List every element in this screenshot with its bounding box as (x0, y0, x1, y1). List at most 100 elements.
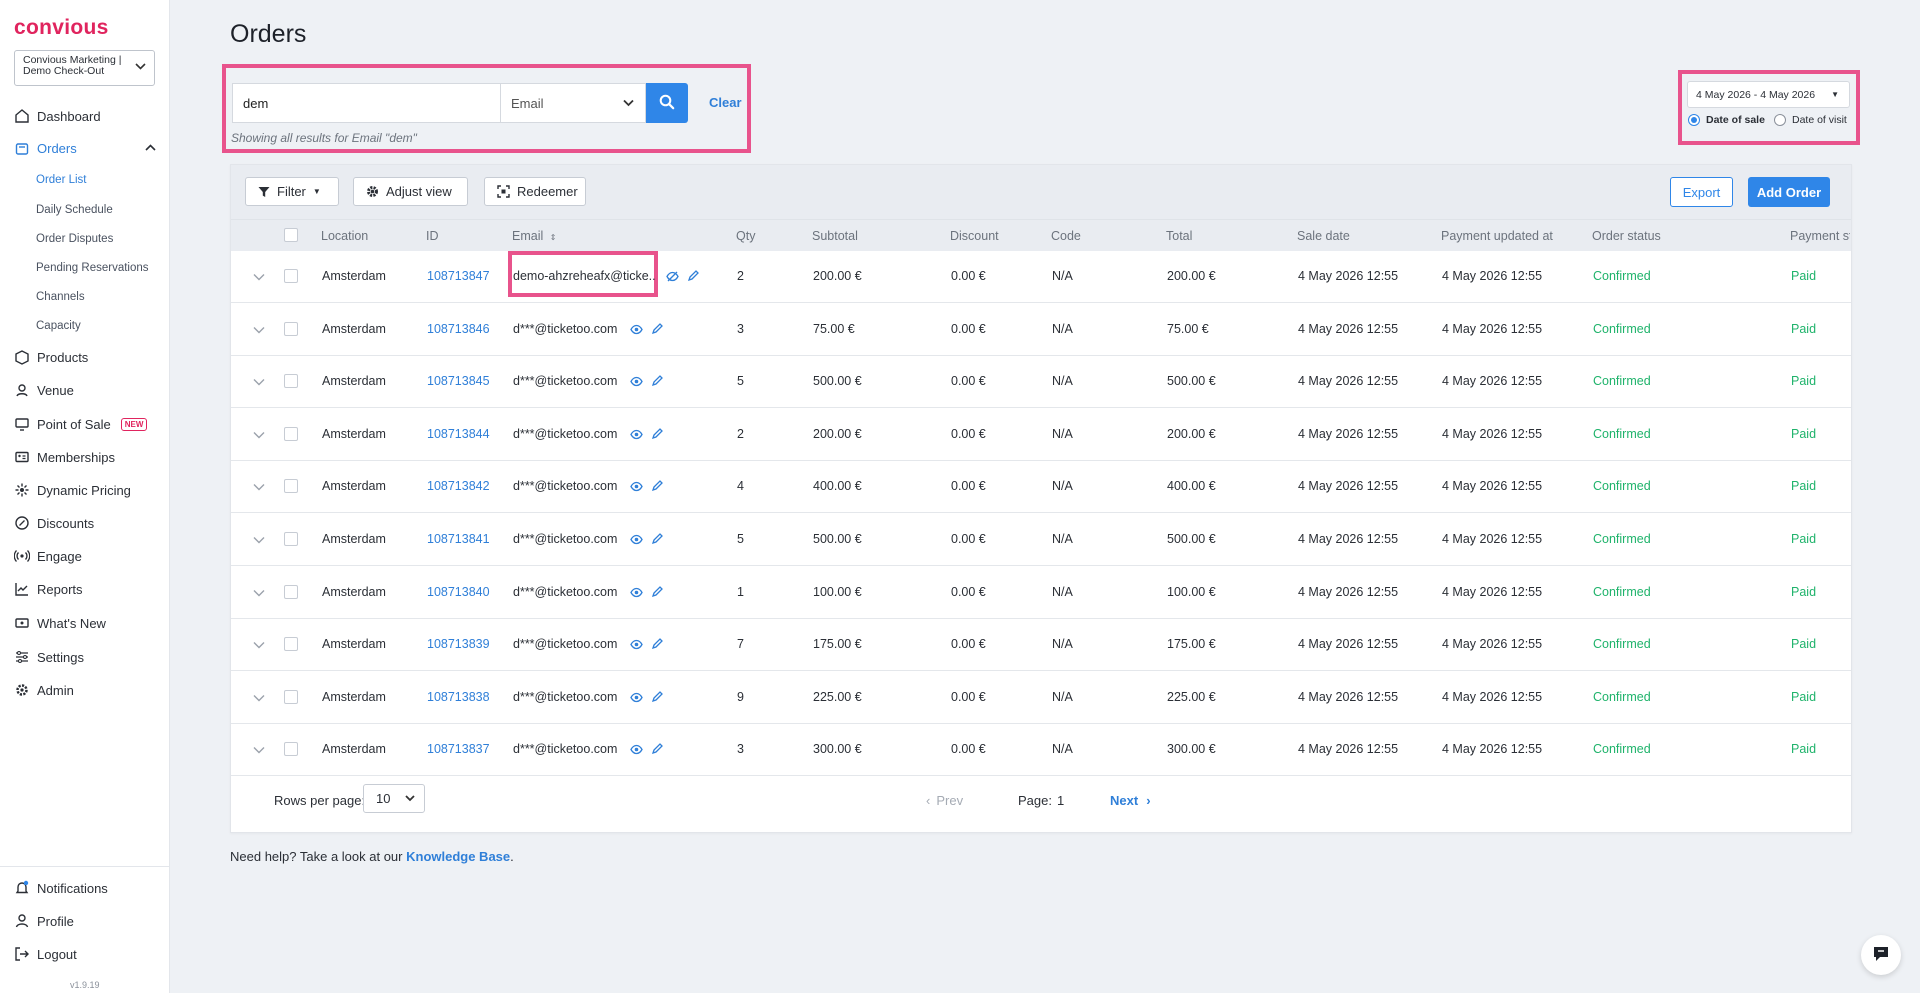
table-row[interactable]: Amsterdam 108713841 d***@ticketoo.com 5 … (231, 514, 1851, 566)
eye-icon[interactable] (630, 691, 643, 707)
row-checkbox[interactable] (284, 584, 298, 599)
order-id-link[interactable]: 108713844 (427, 427, 490, 441)
row-checkbox[interactable] (284, 532, 298, 546)
row-checkbox[interactable] (284, 742, 298, 757)
pencil-icon[interactable] (651, 690, 663, 707)
sidebar-item-point-of-sale[interactable]: Point of Sale NEW (0, 413, 170, 435)
expand-chevron-icon[interactable] (253, 479, 265, 494)
table-row[interactable]: Amsterdam 108713838 d***@ticketoo.com 9 … (231, 672, 1851, 724)
search-input[interactable]: dem (232, 83, 501, 123)
header-subtotal[interactable]: Subtotal (812, 229, 858, 243)
pencil-icon[interactable] (651, 638, 663, 654)
search-button[interactable] (646, 83, 688, 123)
chevron-up-icon[interactable] (145, 142, 156, 154)
radio-date-of-sale[interactable]: Date of sale (1688, 114, 1765, 126)
header-id[interactable]: ID (426, 229, 439, 243)
eye-icon[interactable] (630, 743, 643, 759)
header-payment-status[interactable]: Payment st (1790, 229, 1850, 243)
eye-icon[interactable] (630, 323, 643, 339)
header-total[interactable]: Total (1166, 229, 1192, 243)
expand-chevron-icon[interactable] (253, 637, 265, 652)
sidebar-item-admin[interactable]: Admin (0, 679, 170, 701)
adjust-view-button[interactable]: Adjust view (353, 177, 468, 206)
sidebar-item-profile[interactable]: Profile (0, 910, 170, 932)
expand-chevron-icon[interactable] (253, 742, 265, 757)
sidebar-item-logout[interactable]: Logout (0, 943, 170, 965)
table-row[interactable]: Amsterdam 108713842 d***@ticketoo.com 4 … (231, 461, 1851, 514)
expand-chevron-icon[interactable] (253, 374, 265, 389)
sidebar-item-memberships[interactable]: Memberships (0, 446, 170, 468)
order-id-link[interactable]: 108713837 (427, 742, 490, 756)
pencil-icon[interactable] (651, 375, 663, 391)
sidebar-item-products[interactable]: Products (0, 346, 170, 368)
table-row[interactable]: Amsterdam 108713845 d***@ticketoo.com 5 … (231, 356, 1851, 409)
sidebar-item-engage[interactable]: Engage (0, 545, 170, 567)
pencil-icon[interactable] (651, 480, 663, 496)
header-sale-date[interactable]: Sale date (1297, 229, 1350, 243)
table-row[interactable]: Amsterdam 108713847 demo-ahzreheafx@tick… (231, 251, 1851, 303)
knowledge-base-link[interactable]: Knowledge Base (406, 849, 510, 864)
account-selector[interactable]: Convious Marketing | Demo Check-Out (14, 50, 155, 86)
header-email[interactable]: Email ⇕ (512, 229, 556, 243)
redeemer-button[interactable]: Redeemer (484, 177, 586, 206)
eye-icon[interactable] (630, 428, 643, 444)
expand-chevron-icon[interactable] (253, 585, 265, 600)
select-all-checkbox[interactable] (284, 228, 298, 242)
eye-off-icon[interactable] (666, 270, 679, 286)
row-checkbox[interactable] (284, 479, 298, 494)
order-id-link[interactable]: 108713840 (427, 585, 490, 599)
date-range-select[interactable]: 4 May 2026 - 4 May 2026 ▼ (1687, 81, 1850, 108)
row-checkbox[interactable] (284, 637, 298, 652)
row-checkbox[interactable] (284, 689, 298, 704)
expand-chevron-icon[interactable] (253, 427, 265, 442)
sidebar-item-notifications[interactable]: Notifications (0, 877, 170, 899)
expand-chevron-icon[interactable] (253, 269, 265, 284)
order-id-link[interactable]: 108713845 (427, 374, 490, 388)
order-id-link[interactable]: 108713839 (427, 637, 490, 651)
order-id-link[interactable]: 108713841 (427, 532, 490, 546)
row-checkbox[interactable] (284, 321, 298, 336)
eye-icon[interactable] (630, 480, 643, 496)
header-payment-updated[interactable]: Payment updated at (1441, 229, 1553, 243)
sidebar-item-discounts[interactable]: Discounts (0, 512, 170, 534)
pencil-icon[interactable] (651, 533, 663, 549)
header-qty[interactable]: Qty (736, 229, 755, 243)
table-row[interactable]: Amsterdam 108713844 d***@ticketoo.com 2 … (231, 409, 1851, 461)
sidebar-item-orders[interactable]: Orders (0, 137, 170, 159)
row-checkbox[interactable] (284, 374, 298, 389)
table-row[interactable]: Amsterdam 108713839 d***@ticketoo.com 7 … (231, 619, 1851, 672)
pencil-icon[interactable] (651, 322, 663, 339)
sidebar-subitem-daily-schedule[interactable]: Daily Schedule (36, 201, 113, 219)
pencil-icon[interactable] (651, 427, 663, 444)
eye-icon[interactable] (630, 533, 643, 549)
add-order-button[interactable]: Add Order (1748, 177, 1830, 207)
radio-button[interactable] (1774, 114, 1786, 126)
sidebar-item-reports[interactable]: Reports (0, 578, 170, 600)
sidebar-item-dynamic-pricing[interactable]: Dynamic Pricing (0, 479, 170, 501)
eye-icon[interactable] (630, 375, 643, 391)
header-discount[interactable]: Discount (950, 229, 999, 243)
row-checkbox[interactable] (284, 269, 298, 283)
sidebar-subitem-channels[interactable]: Channels (36, 288, 85, 306)
order-id-link[interactable]: 108713846 (427, 322, 490, 336)
chat-button[interactable] (1861, 935, 1901, 975)
order-id-link[interactable]: 108713847 (427, 269, 490, 283)
pencil-icon[interactable] (651, 743, 663, 759)
sidebar-subitem-order-list[interactable]: Order List (36, 171, 87, 189)
sidebar-item-venue[interactable]: Venue (0, 379, 170, 401)
sort-icon[interactable]: ⇕ (550, 233, 557, 242)
filter-button[interactable]: Filter ▼ (245, 177, 339, 206)
sidebar-subitem-capacity[interactable]: Capacity (36, 317, 81, 335)
eye-icon[interactable] (630, 586, 643, 602)
next-page-button[interactable]: Next › (1110, 793, 1151, 808)
clear-search-link[interactable]: Clear (709, 95, 742, 110)
expand-chevron-icon[interactable] (253, 532, 265, 547)
pencil-icon[interactable] (687, 270, 699, 286)
header-location[interactable]: Location (321, 229, 368, 243)
order-id-link[interactable]: 108713838 (427, 690, 490, 704)
eye-icon[interactable] (630, 638, 643, 654)
sidebar-item-settings[interactable]: Settings (0, 646, 170, 668)
export-button[interactable]: Export (1670, 177, 1733, 207)
row-checkbox[interactable] (284, 426, 298, 441)
header-order-status[interactable]: Order status (1592, 229, 1661, 243)
